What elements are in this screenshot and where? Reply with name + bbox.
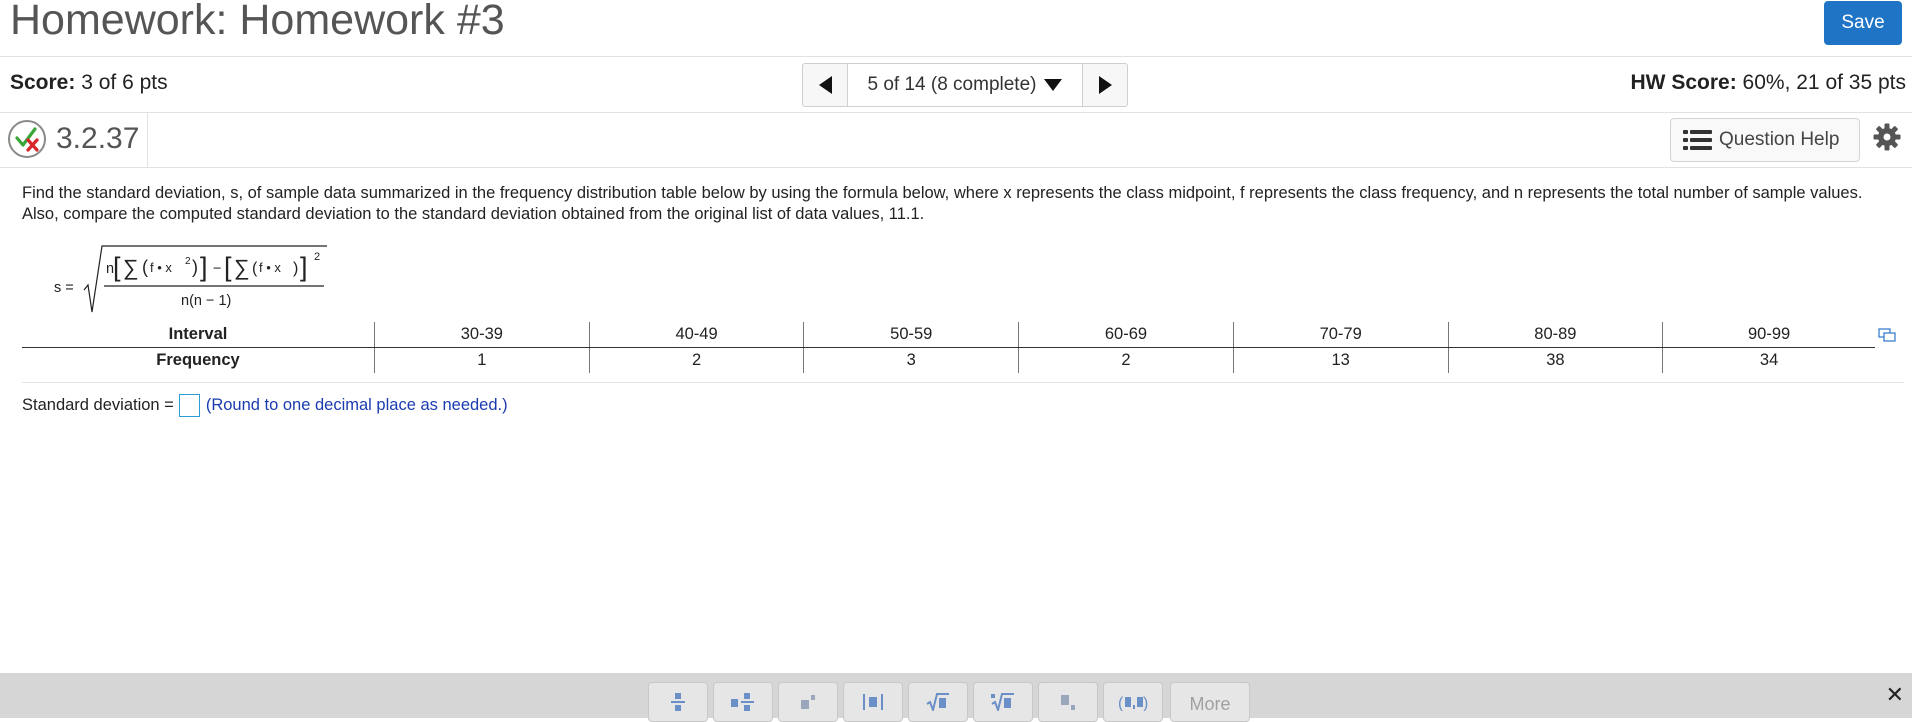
ordered-pair-icon: ( ) bbox=[1118, 695, 1148, 711]
fraction-button[interactable] bbox=[648, 682, 708, 722]
hw-score-value: 60%, 21 of 35 pts bbox=[1742, 71, 1906, 94]
arrow-right-icon bbox=[1098, 76, 1112, 94]
mixed-number-icon bbox=[731, 693, 754, 711]
frequency-row: Frequency 1 2 3 2 13 38 34 bbox=[22, 347, 1875, 373]
check-x-icon bbox=[8, 120, 46, 158]
score-label: Score: bbox=[10, 71, 76, 94]
header-bar: Homework: Homework #3 Save bbox=[0, 0, 1912, 57]
absolute-value-icon bbox=[863, 694, 883, 710]
frequency-cell: 3 bbox=[803, 347, 1019, 373]
previous-question-button[interactable] bbox=[803, 64, 848, 106]
expand-icon[interactable] bbox=[1878, 328, 1896, 347]
svg-text:): ) bbox=[192, 257, 198, 277]
square-root-button[interactable] bbox=[908, 682, 968, 722]
frequency-cell: 1 bbox=[374, 347, 590, 373]
question-header: 3.2.37 Question Help bbox=[0, 113, 1912, 168]
frequency-cell: 2 bbox=[588, 347, 804, 373]
question-position-text: 5 of 14 (8 complete) bbox=[867, 74, 1037, 95]
interval-cell: 70-79 bbox=[1232, 322, 1449, 348]
math-toolbar: ( ) More ✕ bbox=[0, 673, 1912, 722]
interval-cell: 90-99 bbox=[1662, 322, 1875, 348]
score-display: Score: 3 of 6 pts bbox=[10, 71, 168, 95]
absolute-value-button[interactable] bbox=[843, 682, 903, 722]
interval-cell: 50-59 bbox=[803, 322, 1019, 348]
interval-cell: 60-69 bbox=[1018, 322, 1234, 348]
question-prompt: Find the standard deviation, s, of sampl… bbox=[22, 184, 1863, 223]
divider bbox=[147, 113, 148, 167]
hw-score-label: HW Score: bbox=[1630, 71, 1737, 94]
svg-text:(: ( bbox=[1118, 695, 1124, 711]
question-navigator: 5 of 14 (8 complete) bbox=[802, 63, 1128, 107]
answer-row: Standard deviation = (Round to one decim… bbox=[22, 394, 508, 417]
svg-text:]: ] bbox=[200, 252, 208, 282]
svg-text:]: ] bbox=[300, 252, 308, 282]
square-root-icon bbox=[926, 693, 949, 711]
svg-text:): ) bbox=[293, 260, 298, 277]
exponent-icon bbox=[801, 695, 815, 709]
subscript-button[interactable] bbox=[1038, 682, 1098, 722]
formula-sigma: ∑ bbox=[123, 255, 139, 280]
question-help-label: Question Help bbox=[1719, 129, 1840, 150]
close-icon[interactable]: ✕ bbox=[1886, 682, 1904, 708]
frequency-table: Interval 30-39 40-49 50-59 60-69 70-79 8… bbox=[22, 322, 1875, 373]
next-question-button[interactable] bbox=[1082, 64, 1127, 106]
interval-cell: 40-49 bbox=[588, 322, 804, 348]
fraction-icon bbox=[671, 693, 685, 711]
hw-score-display: HW Score: 60%, 21 of 35 pts bbox=[1631, 71, 1906, 95]
formula-sigma-2: ∑ bbox=[234, 255, 250, 280]
frequency-cell: 13 bbox=[1232, 347, 1449, 373]
frequency-cell: 38 bbox=[1447, 347, 1663, 373]
answer-input[interactable] bbox=[178, 394, 200, 417]
frequency-row-label: Frequency bbox=[156, 351, 240, 369]
svg-text:): ) bbox=[1143, 695, 1148, 711]
caret-down-icon bbox=[1044, 79, 1063, 91]
interval-row: Interval 30-39 40-49 50-59 60-69 70-79 8… bbox=[22, 322, 1875, 348]
svg-text:(: ( bbox=[252, 260, 258, 277]
more-button[interactable]: More bbox=[1170, 682, 1250, 722]
answer-label: Standard deviation = bbox=[22, 396, 174, 414]
formula-fx2: f • x bbox=[150, 260, 172, 275]
gear-icon[interactable] bbox=[1872, 122, 1902, 157]
ordered-pair-button[interactable]: ( ) bbox=[1103, 682, 1163, 722]
formula-denominator: n(n − 1) bbox=[181, 293, 231, 309]
frequency-cell: 34 bbox=[1662, 347, 1875, 373]
answer-hint: (Round to one decimal place as needed.) bbox=[205, 396, 508, 414]
list-icon bbox=[1683, 130, 1712, 150]
exponent-button[interactable] bbox=[778, 682, 838, 722]
interval-cell: 30-39 bbox=[374, 322, 590, 348]
formula-exp-inner: 2 bbox=[185, 256, 191, 267]
subscript-icon bbox=[1061, 695, 1075, 710]
interval-cell: 80-89 bbox=[1447, 322, 1663, 348]
svg-text:(: ( bbox=[142, 257, 148, 277]
question-help-button[interactable]: Question Help bbox=[1670, 118, 1860, 162]
page-title: Homework: Homework #3 bbox=[10, 0, 505, 44]
formula-exp-outer: 2 bbox=[314, 251, 320, 263]
standard-deviation-formula: s = n [ ∑ ( f • x 2 ) ] − [ ∑ ( f • x ) … bbox=[54, 245, 327, 313]
svg-text:[: [ bbox=[113, 252, 121, 282]
save-button[interactable]: Save bbox=[1824, 1, 1902, 45]
formula-lhs: s = bbox=[54, 280, 74, 296]
question-selector-dropdown[interactable]: 5 of 14 (8 complete) bbox=[848, 64, 1082, 106]
arrow-left-icon bbox=[818, 76, 832, 94]
score-value: 3 of 6 pts bbox=[81, 71, 168, 94]
question-number: 3.2.37 bbox=[56, 122, 140, 155]
mixed-number-button[interactable] bbox=[713, 682, 773, 722]
score-bar: Score: 3 of 6 pts 5 of 14 (8 complete) H… bbox=[0, 57, 1912, 113]
nth-root-icon bbox=[991, 693, 1014, 711]
frequency-cell: 2 bbox=[1018, 347, 1234, 373]
nth-root-button[interactable] bbox=[973, 682, 1033, 722]
interval-row-label: Interval bbox=[22, 322, 375, 348]
svg-text:[: [ bbox=[224, 252, 232, 282]
formula-minus: − bbox=[213, 261, 221, 277]
content-divider bbox=[22, 382, 1904, 383]
formula-fx: f • x bbox=[259, 260, 281, 275]
